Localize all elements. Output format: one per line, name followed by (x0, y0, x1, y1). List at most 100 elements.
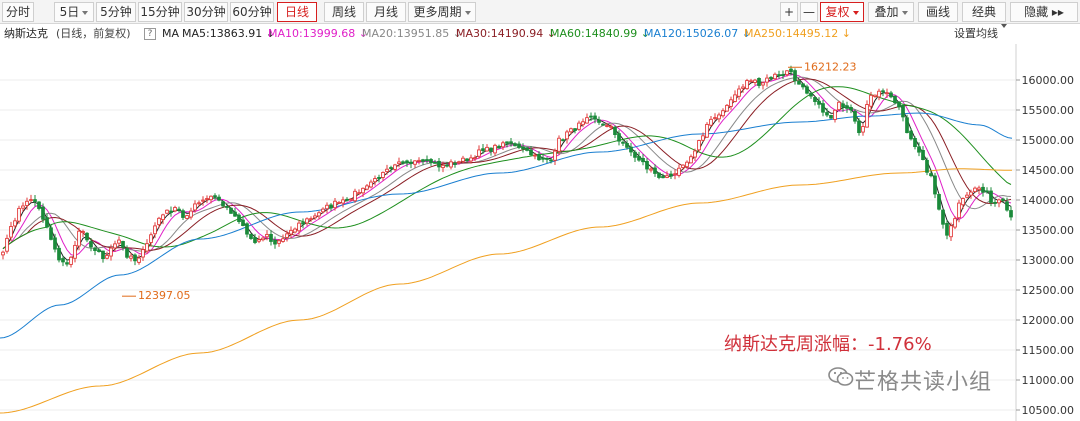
candle-body (869, 94, 873, 107)
help-icon[interactable]: ? (144, 28, 156, 40)
candle-body (569, 128, 573, 133)
candle-body (145, 243, 149, 252)
candle-body (357, 192, 361, 195)
tool-0[interactable]: + (780, 2, 798, 22)
candle-body (453, 163, 457, 165)
candle-body (789, 68, 793, 73)
candle-body (797, 80, 801, 85)
candle-body (853, 111, 857, 122)
candle-body (965, 194, 969, 198)
tool-3[interactable]: 叠加 (868, 2, 914, 22)
candle-body (841, 103, 845, 108)
ma-settings-button[interactable]: 设置均线 (954, 24, 1007, 44)
tool-2[interactable]: 复权 (820, 2, 864, 22)
period-toolbar: 分时 5日 5分钟 15分钟 30分钟 60分钟 日线 周线 月线 更多周期 + — 复权 叠加 画线 经典… (0, 0, 1080, 24)
watermark-text: 芒格共读小组 (854, 370, 993, 395)
tool-5[interactable]: 经典 (962, 2, 1006, 22)
tab-label: 分时 (5, 5, 30, 19)
y-tick-label: 14000.00 (1022, 194, 1075, 207)
candle-body (585, 117, 589, 124)
tab-5[interactable]: 60分钟 (230, 2, 274, 22)
candle-body (973, 187, 977, 193)
candle-body (693, 150, 697, 158)
candle-body (1005, 201, 1009, 211)
tab-0[interactable]: 分时 (2, 2, 34, 22)
candle-body (557, 137, 561, 152)
tab-label: 30分钟 (186, 5, 226, 19)
candle-body (293, 228, 297, 233)
candle-body (465, 158, 469, 162)
candle-body (361, 187, 365, 194)
candle-body (309, 218, 313, 221)
candle-body (877, 90, 881, 98)
y-tick-label: 13500.00 (1022, 224, 1075, 237)
candle-body (449, 161, 453, 168)
candle-body (509, 141, 513, 144)
tab-4[interactable]: 30分钟 (184, 2, 228, 22)
y-tick-label: 15500.00 (1022, 104, 1075, 117)
tool-1[interactable]: — (800, 2, 818, 22)
candle-body (821, 103, 825, 113)
candle-body (65, 262, 69, 265)
candle-body (621, 141, 625, 144)
candle-body (817, 100, 821, 105)
candle-body (201, 199, 205, 202)
candle-body (705, 123, 709, 138)
ma-legend: 纳斯达克 (日线，前复权) ? MA MA5:13863.91 ↓ MA10:1… (0, 24, 1080, 44)
y-tick-label: 11500.00 (1022, 344, 1075, 357)
candle-body (537, 153, 541, 161)
candle-body (277, 240, 281, 244)
candle-body (861, 126, 865, 133)
candle-body (417, 159, 421, 162)
tool-4[interactable]: 画线 (918, 2, 958, 22)
candle-body (77, 230, 81, 247)
candle-body (577, 122, 581, 130)
candle-body (885, 92, 889, 95)
tab-1[interactable]: 5日 (54, 2, 94, 22)
candle-body (445, 164, 449, 167)
candle-body (953, 218, 957, 228)
tab-2[interactable]: 5分钟 (96, 2, 136, 22)
ma-item-ma10: MA10:13999.68 ↓ (268, 27, 368, 40)
candle-body (405, 160, 409, 164)
tab-6[interactable]: 日线 (277, 2, 317, 22)
candle-body (365, 185, 369, 190)
candle-body (137, 257, 141, 263)
tab-label: 更多周期 (413, 5, 462, 19)
candle-body (1001, 198, 1005, 201)
candle-body (81, 231, 85, 234)
tab-3[interactable]: 15分钟 (138, 2, 182, 22)
candle-body (233, 211, 237, 217)
candle-body (281, 238, 285, 242)
candle-body (421, 159, 425, 162)
candle-body (153, 225, 157, 235)
candle-body (377, 177, 381, 179)
tab-7[interactable]: 周线 (324, 2, 364, 22)
candle-body (237, 214, 241, 223)
candle-body (493, 144, 497, 154)
candle-body (1, 251, 5, 256)
tab-8[interactable]: 月线 (366, 2, 406, 22)
candle-body (401, 161, 405, 164)
candle-body (85, 232, 89, 241)
candle-body (925, 159, 929, 173)
candle-body (433, 161, 437, 164)
candle-body (285, 233, 289, 238)
candle-body (97, 249, 101, 253)
candle-body (337, 201, 341, 204)
candle-body (345, 198, 349, 201)
annotations: 16212.23 12397.05 (122, 60, 857, 302)
candle-body (349, 198, 353, 201)
candle-body (1009, 210, 1013, 218)
candle-body (793, 70, 797, 82)
candle-body (857, 120, 861, 134)
candle-body (429, 159, 433, 164)
candle-body (473, 157, 477, 160)
tool-6[interactable]: 隐藏 ▸▸ (1010, 2, 1078, 22)
ma-item-ma250: MA250:14495.12 ↓ (744, 27, 851, 40)
candle-body (305, 218, 309, 224)
y-tick-label: 16000.00 (1022, 74, 1075, 87)
candle-body (837, 101, 841, 111)
tab-9[interactable]: 更多周期 (408, 2, 476, 22)
candle-body (873, 94, 877, 97)
